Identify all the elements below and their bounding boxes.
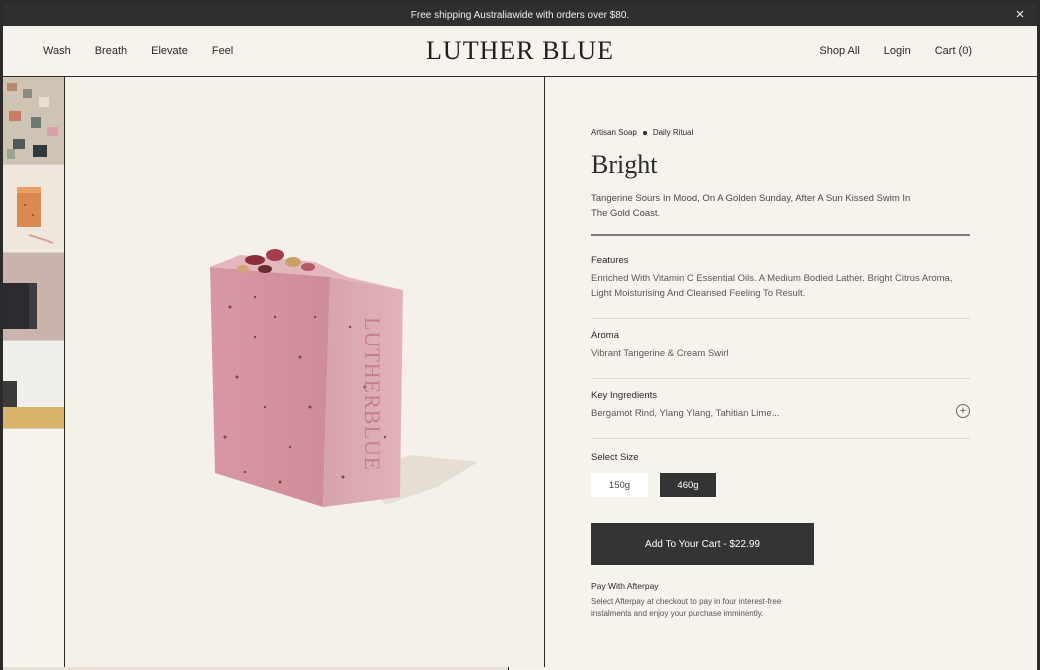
breadcrumb: Artisan Soap Daily Ritual [591, 128, 693, 137]
soap-imprint: LUTHERBLUE [360, 317, 385, 471]
ingredients-text: Bergamot Rind, Ylang Ylang, Tahitian Lim… [591, 408, 780, 419]
thumbnail-3[interactable] [3, 253, 64, 341]
divider [591, 234, 970, 236]
select-size-label: Select Size [591, 452, 639, 463]
features-text: Enriched With Vitamin C Essential Oils. … [591, 273, 953, 299]
thumbnail-1[interactable] [3, 77, 64, 165]
afterpay-text: Select Afterpay at checkout to pay in fo… [591, 597, 782, 618]
product-tagline: Tangerine Sours In Mood, On A Golden Sun… [591, 193, 911, 219]
product-title: Bright [591, 150, 658, 179]
nav-shop-all[interactable]: Shop All [819, 45, 859, 57]
features-section: Features Enriched With Vitamin C Essenti… [591, 255, 970, 319]
expand-plus-icon[interactable]: + [956, 404, 970, 418]
thumbnail-4[interactable] [3, 341, 64, 429]
size-option-150g[interactable]: 150g [591, 473, 648, 497]
breadcrumb-artisan-soap[interactable]: Artisan Soap [591, 128, 637, 137]
aroma-label: Aroma [591, 330, 619, 341]
product-main-image: LUTHERBLUE [65, 77, 545, 667]
close-icon[interactable]: × [1013, 7, 1027, 22]
announcement-text: Free shipping Australiawide with orders … [410, 9, 630, 21]
main-nav: Wash Breath Elevate Feel LUTHER BLUE Sho… [3, 26, 1037, 77]
nav-cart[interactable]: Cart (0) [935, 45, 972, 57]
afterpay-title: Pay With Afterpay [591, 581, 659, 591]
add-to-cart-button[interactable]: Add To Your Cart - $22.99 [591, 523, 814, 565]
ingredients-label: Key Ingredients [591, 390, 658, 401]
nav-login[interactable]: Login [884, 45, 911, 57]
ingredients-section[interactable]: Key Ingredients Bergamot Rind, Ylang Yla… [591, 390, 970, 439]
thumbnail-2[interactable] [3, 165, 64, 253]
soap-bar-illustration: LUTHERBLUE [210, 249, 478, 507]
size-option-460g[interactable]: 460g [660, 473, 716, 497]
page-frame: Free shipping Australiawide with orders … [3, 4, 1037, 670]
announcement-bar: Free shipping Australiawide with orders … [3, 4, 1037, 26]
aroma-section: Aroma Vibrant Tangerine & Cream Swirl [591, 330, 970, 379]
nav-right: Shop All Login Cart (0) [819, 45, 972, 57]
aroma-text: Vibrant Tangerine & Cream Swirl [591, 348, 729, 359]
breadcrumb-separator [642, 130, 647, 135]
features-label: Features [591, 255, 629, 266]
thumbnail-strip [3, 77, 65, 670]
breadcrumb-daily-ritual[interactable]: Daily Ritual [653, 128, 693, 137]
